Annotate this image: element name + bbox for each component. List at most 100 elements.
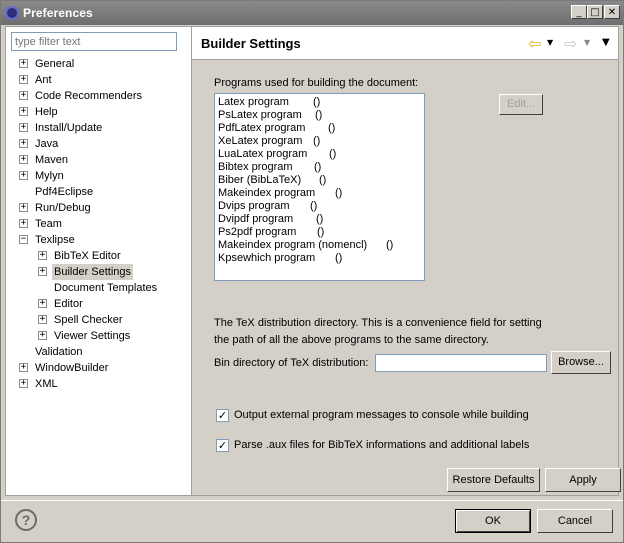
tree-item-label: Help xyxy=(35,106,58,118)
program-path: () xyxy=(314,161,322,173)
expand-icon[interactable]: + xyxy=(19,123,28,132)
tree-item-label: Maven xyxy=(35,154,69,166)
title-bar: Preferences _ □ ✕ xyxy=(1,1,623,25)
forward-dropdown-icon[interactable]: ▼ xyxy=(584,38,590,47)
tree-item-label: BibTeX Editor xyxy=(54,250,121,262)
tree-item-label: Ant xyxy=(35,74,52,86)
page-header: Builder Settings ⇦ ▼ ⇨ ▼ ▼ xyxy=(192,27,618,60)
program-name: Makeindex program xyxy=(218,187,316,199)
program-row[interactable]: Dvipdf program () xyxy=(218,213,418,226)
program-name: Dvipdf program xyxy=(218,213,294,225)
expand-icon[interactable]: + xyxy=(19,75,28,84)
collapse-icon[interactable]: − xyxy=(19,235,28,244)
program-row[interactable]: PdfLatex program () xyxy=(218,122,418,135)
back-dropdown-icon[interactable]: ▼ xyxy=(547,38,553,47)
program-row[interactable]: Makeindex program () xyxy=(218,187,418,200)
program-row[interactable]: Biber (BibLaTeX) () xyxy=(218,174,418,187)
back-arrow-icon[interactable]: ⇦ xyxy=(528,34,541,53)
tree-item-label: Pdf4Eclipse xyxy=(35,186,94,198)
maximize-button[interactable]: □ xyxy=(587,5,603,19)
expand-icon[interactable]: + xyxy=(19,203,28,212)
tree-item-label: XML xyxy=(35,378,58,390)
tree-item-label: Document Templates xyxy=(54,282,158,294)
apply-button[interactable]: Apply xyxy=(545,468,621,492)
parse-aux-label: Parse .aux files for BibTeX informations… xyxy=(234,439,530,451)
tree-item-label: General xyxy=(35,58,75,70)
expand-icon[interactable]: + xyxy=(38,331,47,340)
program-path: () xyxy=(329,148,337,160)
program-name: Kpsewhich program xyxy=(218,252,316,264)
preference-page: Builder Settings ⇦ ▼ ⇨ ▼ ▼ Programs used… xyxy=(192,27,621,495)
expand-icon[interactable]: + xyxy=(19,171,28,180)
close-button[interactable]: ✕ xyxy=(604,5,620,19)
output-messages-checkbox[interactable]: ✓ xyxy=(216,409,229,422)
expand-icon[interactable]: + xyxy=(19,219,28,228)
program-row[interactable]: Kpsewhich program () xyxy=(218,252,418,265)
footer-separator xyxy=(1,500,623,501)
bin-directory-input[interactable] xyxy=(375,354,547,372)
ok-button[interactable]: OK xyxy=(455,509,531,533)
programs-label: Programs used for building the document: xyxy=(214,77,419,89)
program-row[interactable]: Latex program () xyxy=(218,96,418,109)
tree-item-label: Spell Checker xyxy=(54,314,123,326)
expand-icon[interactable]: + xyxy=(19,107,28,116)
program-name: Bibtex program xyxy=(218,161,293,173)
preferences-window: Preferences _ □ ✕ + General + Ant + Code Reco… xyxy=(0,0,624,543)
program-path: () xyxy=(313,96,321,108)
program-path: () xyxy=(316,213,324,225)
minimize-button[interactable]: _ xyxy=(571,5,587,19)
program-path: () xyxy=(313,135,321,147)
edit-button[interactable]: Edit... xyxy=(499,94,543,115)
program-row[interactable]: PsLatex program () xyxy=(218,109,418,122)
program-name: Latex program xyxy=(218,96,289,108)
eclipse-icon xyxy=(5,6,19,20)
tree-item-label: Team xyxy=(35,218,62,230)
expand-icon[interactable]: + xyxy=(19,139,28,148)
tree-item-label: Texlipse xyxy=(35,234,75,246)
program-path: () xyxy=(335,252,343,264)
program-row[interactable]: LuaLatex program () xyxy=(218,148,418,161)
expand-icon[interactable]: + xyxy=(19,59,28,68)
tree-item-label: Run/Debug xyxy=(35,202,91,214)
help-icon[interactable]: ? xyxy=(15,509,37,531)
program-row[interactable]: Dvips program () xyxy=(218,200,418,213)
browse-button[interactable]: Browse... xyxy=(551,351,611,374)
tree-item-label: Viewer Settings xyxy=(54,330,131,342)
expand-icon[interactable]: + xyxy=(38,251,47,260)
program-name: Ps2pdf program xyxy=(218,226,297,238)
program-name: Makeindex program (nomencl) xyxy=(218,239,368,251)
view-menu-icon[interactable]: ▼ xyxy=(602,37,610,48)
program-row[interactable]: Ps2pdf program () xyxy=(218,226,418,239)
filter-input[interactable] xyxy=(11,32,177,51)
forward-arrow-icon[interactable]: ⇨ xyxy=(564,34,577,53)
program-row[interactable]: XeLatex program () xyxy=(218,135,418,148)
tree-item-label: Validation xyxy=(35,346,83,358)
page-title: Builder Settings xyxy=(201,36,301,51)
expand-icon[interactable]: + xyxy=(19,155,28,164)
expand-icon[interactable]: + xyxy=(38,315,47,324)
cancel-button[interactable]: Cancel xyxy=(537,509,613,533)
program-row[interactable]: Bibtex program () xyxy=(218,161,418,174)
program-path: () xyxy=(319,174,327,186)
program-path: () xyxy=(328,122,336,134)
expand-icon[interactable]: + xyxy=(19,91,28,100)
expand-icon[interactable]: + xyxy=(38,267,47,276)
tex-description-line-1: The TeX distribution directory. This is … xyxy=(214,317,542,329)
program-name: Biber (BibLaTeX) xyxy=(218,174,302,186)
programs-list[interactable]: Latex program() PsLatex program() PdfLatex… xyxy=(214,93,425,281)
program-row[interactable]: Makeindex program (nomencl) () xyxy=(218,239,418,252)
tree-item-label: Builder Settings xyxy=(52,264,134,280)
tex-description-line-2: the path of all the above programs to th… xyxy=(214,334,489,346)
restore-defaults-button[interactable]: Restore Defaults xyxy=(447,468,540,492)
parse-aux-checkbox[interactable]: ✓ xyxy=(216,439,229,452)
program-name: XeLatex program xyxy=(218,135,303,147)
expand-icon[interactable]: + xyxy=(19,379,28,388)
program-path: () xyxy=(335,187,343,199)
program-path: () xyxy=(317,226,325,238)
program-path: () xyxy=(315,109,323,121)
expand-icon[interactable]: + xyxy=(38,299,47,308)
expand-icon[interactable]: + xyxy=(19,363,28,372)
window-title: Preferences xyxy=(23,6,93,20)
program-name: PdfLatex program xyxy=(218,122,306,134)
program-path: () xyxy=(310,200,318,212)
